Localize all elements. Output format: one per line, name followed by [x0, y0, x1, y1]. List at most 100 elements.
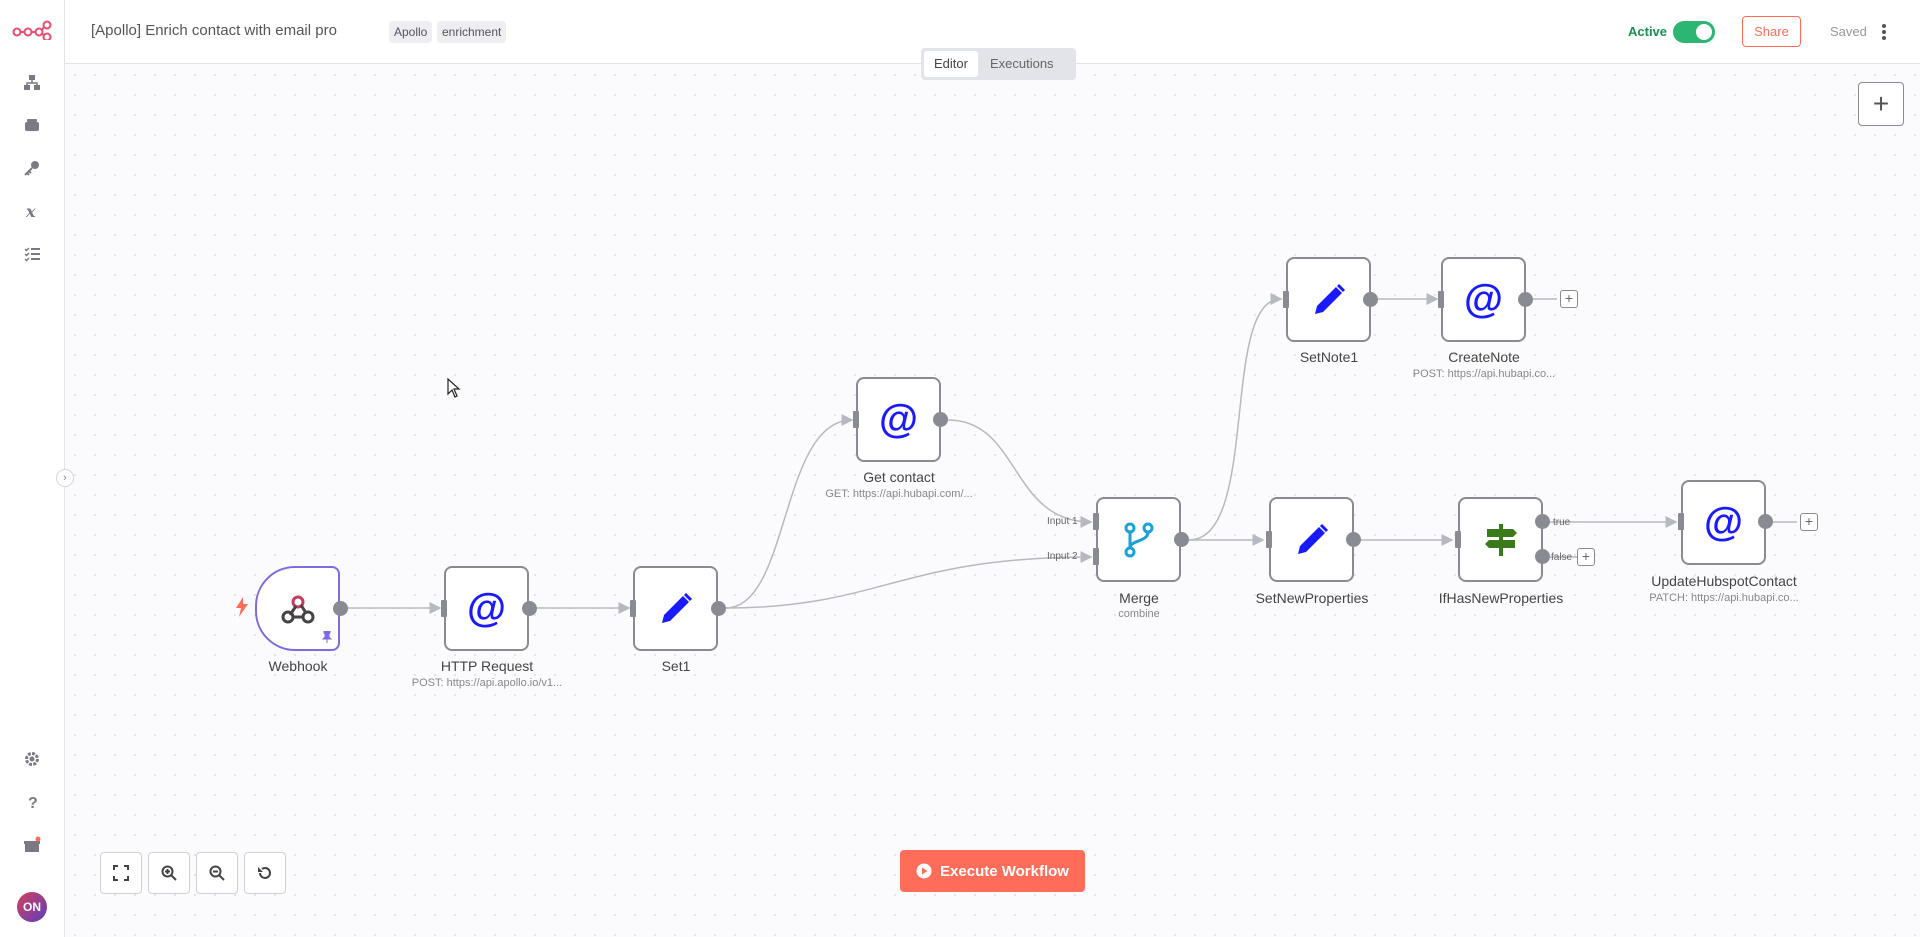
active-label: Active — [1628, 24, 1668, 39]
port-out[interactable] — [333, 601, 348, 616]
signpost-icon — [1484, 523, 1517, 556]
zoom-out-icon — [209, 865, 225, 881]
port-in[interactable] — [1438, 291, 1444, 308]
execute-workflow-label: Execute Workflow — [940, 862, 1069, 880]
whats-new-gift-icon[interactable] — [18, 831, 46, 859]
add-after-false-plus-icon[interactable]: + — [1577, 548, 1595, 566]
zoom-in-icon — [161, 865, 177, 881]
zoom-to-fit-button[interactable] — [100, 852, 142, 894]
pencil-icon — [1297, 523, 1328, 554]
port-out[interactable] — [1363, 292, 1378, 307]
port-in[interactable] — [630, 600, 636, 617]
share-button[interactable]: Share — [1742, 16, 1801, 47]
port-out[interactable] — [711, 601, 726, 616]
node-webhook[interactable] — [255, 566, 340, 651]
false-label: false — [1551, 552, 1573, 563]
pin-icon — [322, 631, 332, 643]
trigger-lightning-icon — [236, 597, 248, 622]
more-options-icon[interactable] — [1872, 20, 1896, 44]
sidebar: x ? ON — [0, 0, 65, 937]
port-out[interactable] — [1758, 514, 1773, 529]
node-sub-http-request: POST: https://api.apollo.io/v1... — [411, 677, 563, 689]
webhook-icon — [281, 595, 314, 623]
tag-apollo[interactable]: Apollo — [389, 21, 433, 43]
port-in[interactable] — [853, 411, 859, 428]
port-in-2[interactable] — [1093, 548, 1099, 565]
workflow-title[interactable]: [Apollo] Enrich contact with email pro — [91, 22, 337, 39]
n8n-logo[interactable] — [12, 20, 52, 45]
undo-icon — [258, 867, 271, 879]
variables-icon[interactable]: x — [18, 197, 46, 225]
tag-enrichment[interactable]: enrichment — [437, 21, 507, 43]
user-avatar[interactable]: ON — [17, 892, 47, 922]
executions-list-icon[interactable] — [18, 240, 46, 268]
port-in[interactable] — [441, 600, 447, 617]
svg-text:x: x — [25, 202, 36, 220]
node-merge[interactable] — [1096, 497, 1181, 582]
view-tab-switch: Editor Executions — [921, 48, 1076, 80]
node-label-updatehubspotcontact: UpdateHubspotContact — [1651, 573, 1797, 589]
input-2-label: Input 2 — [1047, 551, 1078, 562]
node-label-webhook: Webhook — [268, 658, 328, 674]
at-sign-icon: @ — [1703, 500, 1743, 544]
zoom-in-button[interactable] — [148, 852, 190, 894]
node-ifhasnewproperties[interactable] — [1458, 497, 1543, 582]
fit-view-icon — [113, 865, 129, 881]
port-out-false[interactable] — [1535, 549, 1550, 564]
node-createnote[interactable]: @ — [1441, 257, 1526, 342]
node-label-http-request: HTTP Request — [440, 658, 534, 674]
port-in[interactable] — [1455, 531, 1461, 548]
add-node-button[interactable]: + — [1858, 82, 1904, 126]
port-out-true[interactable] — [1535, 514, 1550, 529]
add-after-createnote-plus-icon[interactable]: + — [1560, 290, 1578, 308]
node-setnote1[interactable] — [1286, 257, 1371, 342]
settings-gear-icon[interactable] — [18, 745, 46, 773]
node-http-request[interactable]: @ — [444, 566, 529, 651]
node-sub-merge: combine — [1118, 608, 1160, 620]
node-label-ifhasnewproperties: IfHasNewProperties — [1438, 590, 1564, 606]
node-label-set1: Set1 — [661, 658, 691, 674]
node-updatehubspotcontact[interactable]: @ — [1681, 480, 1766, 565]
pencil-icon — [1314, 283, 1345, 314]
port-out[interactable] — [1174, 532, 1189, 547]
node-get-contact[interactable]: @ — [856, 377, 941, 462]
port-in[interactable] — [1678, 513, 1684, 530]
credentials-key-icon[interactable] — [18, 154, 46, 182]
node-label-createnote: CreateNote — [1448, 349, 1520, 365]
active-toggle[interactable] — [1673, 21, 1715, 43]
merge-branch-icon — [1124, 522, 1153, 557]
at-sign-icon: @ — [878, 397, 918, 441]
port-in[interactable] — [1266, 531, 1272, 548]
input-1-label: Input 1 — [1047, 516, 1078, 527]
tab-executions[interactable]: Executions — [980, 51, 1064, 77]
help-icon[interactable]: ? — [18, 788, 46, 816]
node-setnewproperties[interactable] — [1269, 497, 1354, 582]
port-in[interactable] — [1283, 291, 1289, 308]
workflows-icon[interactable] — [18, 69, 46, 97]
svg-text:?: ? — [28, 795, 38, 811]
node-sub-createnote: POST: https://api.hubapi.co... — [1412, 368, 1556, 380]
add-after-update-plus-icon[interactable]: + — [1800, 513, 1818, 531]
true-label: true — [1553, 517, 1571, 528]
node-set1[interactable] — [633, 566, 718, 651]
node-label-setnewproperties: SetNewProperties — [1255, 590, 1369, 606]
reset-zoom-button[interactable] — [244, 852, 286, 894]
node-label-get-contact: Get contact — [863, 469, 935, 485]
saved-status: Saved — [1830, 24, 1867, 39]
at-sign-icon: @ — [1463, 277, 1503, 321]
port-in-1[interactable] — [1093, 513, 1099, 530]
port-out[interactable] — [933, 412, 948, 427]
port-out[interactable] — [1518, 292, 1533, 307]
execute-workflow-button[interactable]: Execute Workflow — [900, 850, 1085, 892]
tab-editor[interactable]: Editor — [924, 51, 978, 77]
play-circle-icon — [916, 863, 932, 879]
workflow-canvas[interactable] — [65, 65, 1920, 937]
zoom-out-button[interactable] — [196, 852, 238, 894]
pencil-icon — [661, 592, 692, 623]
at-sign-icon: @ — [466, 586, 506, 630]
node-sub-get-contact: GET: https://api.hubapi.com/... — [825, 488, 973, 500]
node-sub-updatehubspotcontact: PATCH: https://api.hubapi.co... — [1649, 592, 1799, 604]
templates-icon[interactable] — [18, 111, 46, 139]
port-out[interactable] — [1346, 532, 1361, 547]
port-out[interactable] — [522, 601, 537, 616]
